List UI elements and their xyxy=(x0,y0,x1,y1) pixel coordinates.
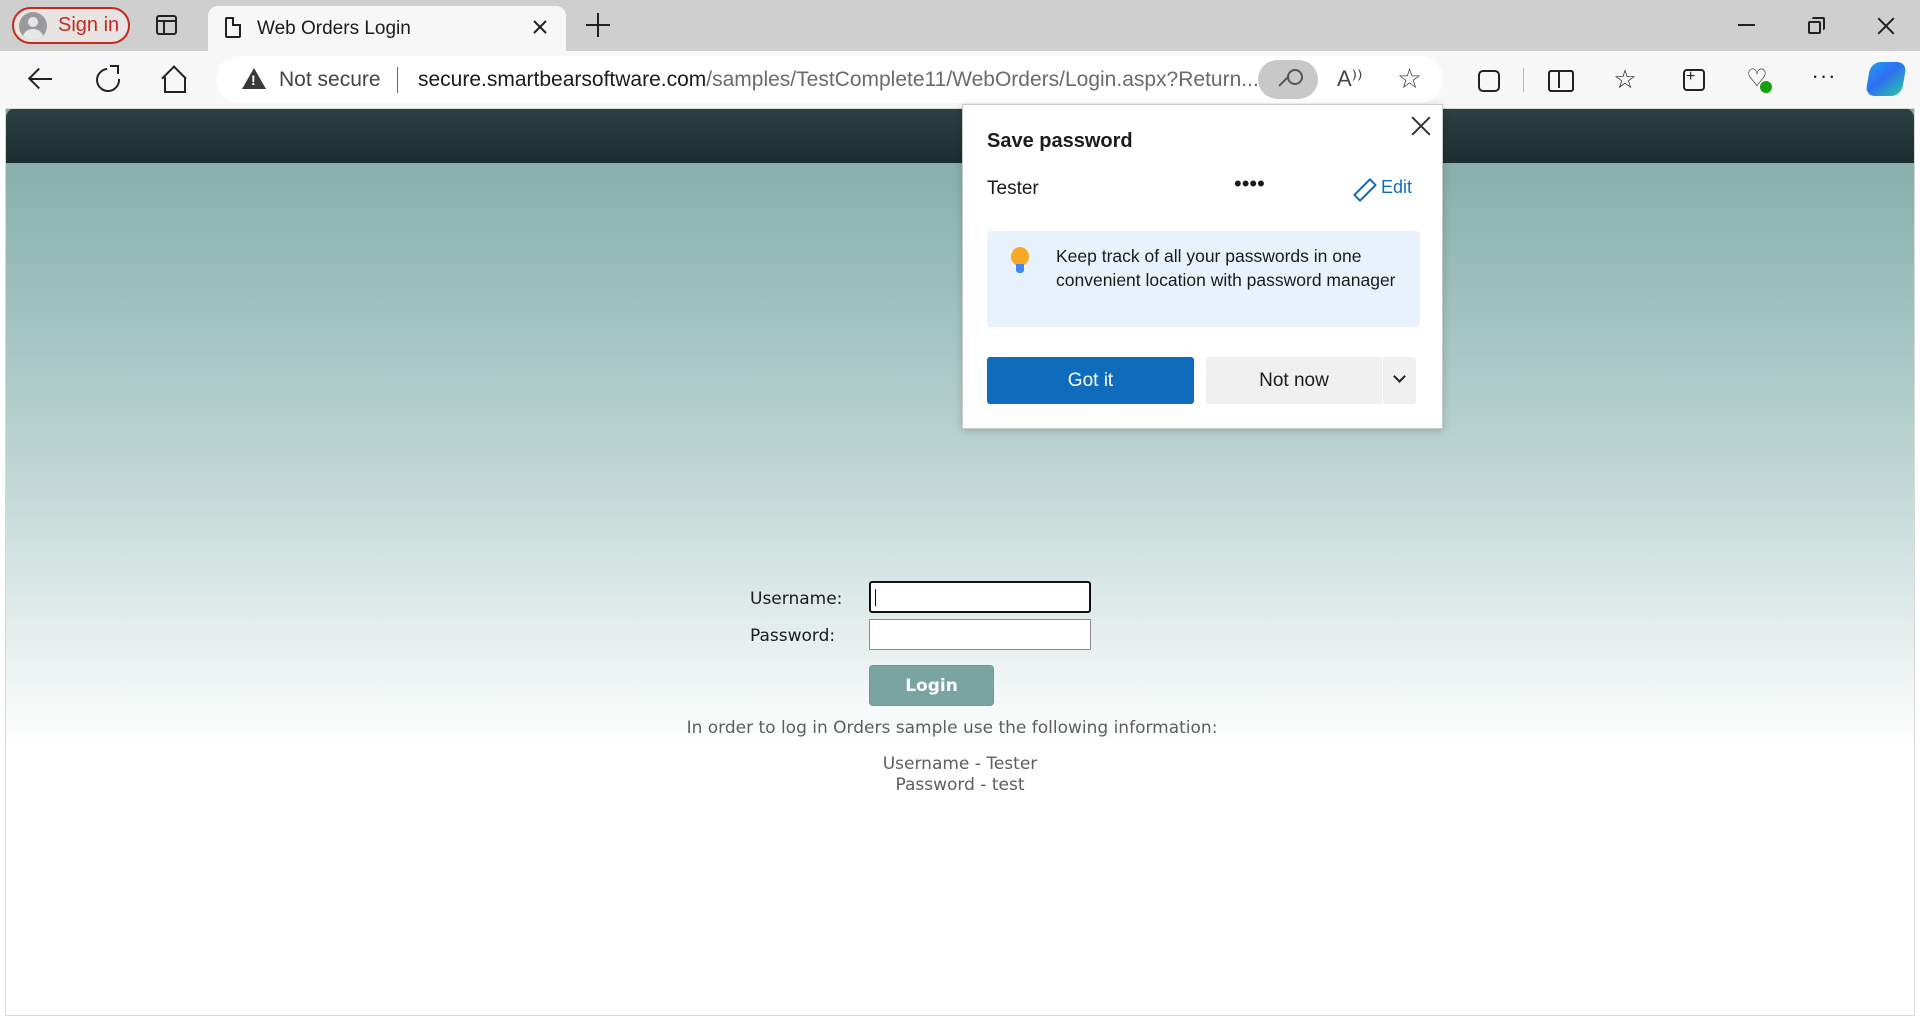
extensions-icon[interactable] xyxy=(1470,62,1504,96)
pencil-icon xyxy=(1355,180,1371,196)
url-path: /samples/TestComplete11/WebOrders/Login.… xyxy=(706,68,1259,91)
collections-icon[interactable] xyxy=(1674,62,1708,96)
tab-strip: Sign in Web Orders Login xyxy=(0,0,1920,51)
back-button[interactable] xyxy=(24,62,58,96)
password-manager-tip: Keep track of all your passwords in one … xyxy=(987,231,1420,327)
login-info-username: Username - Tester xyxy=(882,754,1038,774)
chevron-down-icon xyxy=(1393,370,1406,383)
split-screen-icon[interactable] xyxy=(1542,62,1576,96)
warning-icon[interactable] xyxy=(242,68,266,89)
web-page xyxy=(6,108,1914,1014)
browser-essentials-icon[interactable]: ♡ xyxy=(1740,62,1774,96)
profile-button[interactable]: Sign in xyxy=(12,7,130,44)
password-input[interactable] xyxy=(869,619,1091,650)
edit-button[interactable]: Edit xyxy=(1355,177,1412,198)
masked-password: •••• xyxy=(1234,171,1265,196)
address-divider xyxy=(397,67,398,93)
address-bar[interactable]: Not secure secure.smartbearsoftware.com/… xyxy=(216,56,1443,103)
page-icon xyxy=(225,17,241,38)
new-tab-button[interactable] xyxy=(586,13,610,37)
copilot-icon[interactable] xyxy=(1865,62,1907,96)
not-now-button[interactable]: Not now xyxy=(1206,357,1382,404)
edit-label: Edit xyxy=(1381,177,1413,197)
profile-label: Sign in xyxy=(58,14,120,36)
tip-text: Keep track of all your passwords in one … xyxy=(1056,246,1396,290)
lightbulb-icon xyxy=(1011,247,1029,277)
favorites-icon[interactable]: ☆ xyxy=(1608,62,1642,96)
login-info-password: Password - test xyxy=(895,775,1025,795)
tab-actions-button[interactable] xyxy=(152,12,182,38)
login-button[interactable]: Login xyxy=(869,665,994,706)
key-icon[interactable] xyxy=(1258,60,1318,99)
password-label: Password: xyxy=(750,626,836,646)
close-tab-button[interactable] xyxy=(528,15,552,39)
favorite-star-icon[interactable]: ☆ xyxy=(1397,62,1422,95)
tab-title: Web Orders Login xyxy=(257,18,411,39)
not-now-dropdown-button[interactable] xyxy=(1383,357,1416,404)
text-caret xyxy=(875,589,876,606)
username-input[interactable] xyxy=(869,581,1091,613)
popup-close-button[interactable] xyxy=(1410,115,1432,137)
user-avatar-icon xyxy=(19,11,47,40)
refresh-button[interactable] xyxy=(90,62,124,96)
tab-web-orders-login[interactable]: Web Orders Login xyxy=(208,6,566,51)
toolbar-divider xyxy=(1523,68,1524,92)
save-password-popup: Save password Tester •••• Edit Keep trac… xyxy=(962,104,1443,429)
home-button[interactable] xyxy=(156,62,190,96)
page-header-bar xyxy=(6,108,1914,163)
tab-actions-icon xyxy=(156,15,177,35)
url-text[interactable]: secure.smartbearsoftware.com/samples/Tes… xyxy=(418,68,1259,92)
got-it-button[interactable]: Got it xyxy=(987,357,1194,404)
minimize-button[interactable] xyxy=(1738,24,1755,26)
security-status[interactable]: Not secure xyxy=(279,68,381,92)
window-close-button[interactable] xyxy=(1875,15,1897,37)
popup-title: Save password xyxy=(987,130,1133,152)
login-info-text: In order to log in Orders sample use the… xyxy=(686,718,1218,738)
saved-username: Tester xyxy=(987,178,1039,199)
more-icon[interactable]: ··· xyxy=(1807,62,1841,96)
read-aloud-icon[interactable]: A⁾⁾ xyxy=(1337,66,1362,92)
restore-button[interactable] xyxy=(1808,17,1826,35)
username-label: Username: xyxy=(750,589,843,609)
url-host: secure.smartbearsoftware.com xyxy=(418,68,707,91)
browser-toolbar: Not secure secure.smartbearsoftware.com/… xyxy=(0,51,1920,108)
